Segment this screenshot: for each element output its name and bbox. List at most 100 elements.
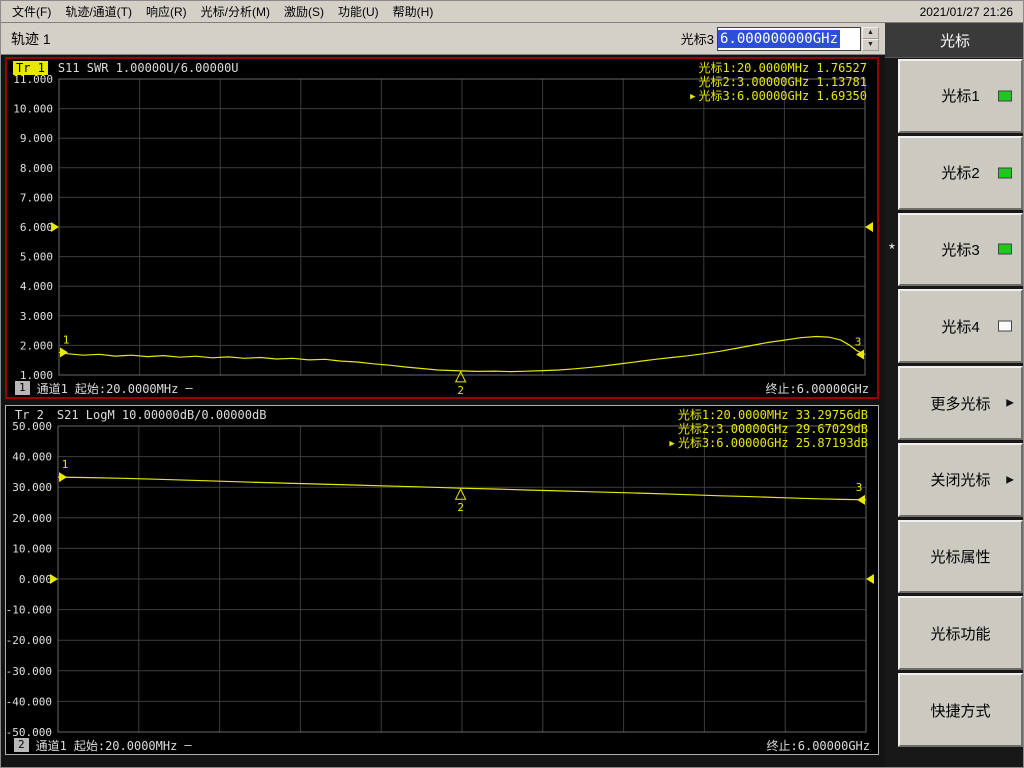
spin-up-button[interactable]: ▲: [862, 26, 879, 39]
sweep-start-label: 起始:20.0000MHz: [73, 738, 178, 753]
submenu-arrow-icon: ▶: [1006, 474, 1014, 486]
marker-symbol-3: [857, 494, 865, 505]
menu-item[interactable]: 轨迹/通道(T): [58, 1, 139, 22]
sweep-indicator: —: [184, 738, 192, 752]
softkey-label: 关闭光标: [930, 472, 991, 490]
marker-readout-line: ▶ 光标3:6.00000GHz 25.87193dB: [669, 436, 868, 450]
marker-readout-line: ▶ 光标3:6.00000GHz 1.69350: [690, 89, 867, 103]
trace2-panel: Tr 2 S21 LogM 10.00000dB/0.00000dB 光标1:2…: [5, 405, 879, 755]
sidebar-title: 光标: [885, 23, 1023, 58]
softkey-sidebar: 光标 光标1 光标2 光标3 * 光标4 更多光标 ▶ 关闭光标 ▶ 光标属性光标功能快捷方式: [885, 23, 1023, 767]
trace1-measurement-label: S11 SWR 1.00000U/6.00000U: [57, 61, 239, 75]
ref-level-arrow-right: [865, 222, 873, 232]
active-marker-star: *: [889, 240, 895, 258]
submenu-arrow-icon: ▶: [1006, 397, 1014, 409]
marker-symbol-1: [59, 472, 67, 483]
sidebar-buttons: 光标1 光标2 光标3 * 光标4 更多光标 ▶ 关闭光标 ▶ 光标属性光标功能快捷方式: [885, 59, 1023, 748]
trace2-header: Tr 2 S21 LogM 10.00000dB/0.00000dB: [12, 408, 266, 422]
menu-item[interactable]: 响应(R): [139, 1, 194, 22]
menu-item[interactable]: 帮助(H): [386, 1, 441, 22]
softkey-光标4[interactable]: 光标4: [898, 289, 1023, 364]
sweep-indicator: —: [185, 381, 193, 395]
softkey-更多光标[interactable]: 更多光标 ▶: [898, 366, 1023, 440]
trace1-plot-area[interactable]: 11.00010.0009.0008.0007.0006.0005.0004.0…: [7, 73, 877, 397]
y-tick-label: 10.000: [12, 542, 52, 555]
y-tick-label: 2.000: [20, 339, 53, 352]
marker-frequency-input[interactable]: 6.000000000GHz: [717, 26, 861, 51]
vna-application-window: 文件(F) 轨迹/通道(T) 响应(R) 光标/分析(M) 激励(S) 功能(U) 帮助(H…: [0, 0, 1024, 768]
menu-items: 文件(F) 轨迹/通道(T) 响应(R) 光标/分析(M) 激励(S) 功能(U) 帮助(H…: [5, 1, 440, 22]
menu-item[interactable]: 激励(S): [277, 1, 331, 22]
trace1-status-bar: 1 通道1 起始:20.0000MHz — 终止:6.00000GHz: [7, 379, 877, 397]
ref-level-arrow-right: [866, 574, 874, 584]
active-trace-label: 轨迹 1: [11, 30, 51, 47]
softkey-光标2[interactable]: 光标2: [898, 135, 1023, 210]
softkey-label: 光标1: [941, 88, 980, 106]
y-tick-label: 3.000: [20, 310, 53, 323]
marker-state-led: [998, 320, 1012, 332]
y-tick-label: 0.000: [19, 573, 52, 586]
menu-item[interactable]: 功能(U): [331, 1, 386, 22]
marker-state-led: [998, 243, 1012, 255]
marker-state-led: [998, 90, 1012, 102]
marker-state-led: [998, 167, 1012, 179]
marker-readout-line: 光标2:3.00000GHz 29.67029dB: [677, 422, 868, 436]
sweep-stop-label: 终止:6.00000GHz: [765, 381, 869, 396]
softkey-光标属性[interactable]: 光标属性: [898, 519, 1023, 594]
ref-level-arrow-left: [51, 222, 59, 232]
channel-label: 通道1: [36, 381, 68, 396]
y-tick-label: -30.000: [6, 665, 52, 678]
y-tick-label: 7.000: [20, 191, 53, 204]
active-marker-indicator-icon: ▶: [669, 439, 675, 449]
marker-number-label: 3: [855, 335, 862, 348]
softkey-label: 光标属性: [930, 549, 991, 567]
toolbar: 轨迹 1 光标3 6.000000000GHz ▲ ▼: [1, 23, 885, 55]
softkey-光标功能[interactable]: 光标功能: [898, 596, 1023, 671]
y-tick-label: 10.000: [13, 103, 53, 116]
sweep-start-label: 起始:20.0000MHz: [74, 381, 179, 396]
y-tick-label: 20.000: [12, 512, 52, 525]
trace1-tag[interactable]: Tr 1: [13, 61, 48, 75]
trace1-panel: Tr 1 S11 SWR 1.00000U/6.00000U 光标1:20.00…: [5, 57, 879, 399]
softkey-光标1[interactable]: 光标1: [898, 59, 1023, 133]
trace1-marker-readouts: 光标1:20.0000MHz 1.76527 光标2:3.00000GHz 1.1…: [690, 61, 867, 104]
softkey-label: 更多光标: [930, 395, 991, 413]
softkey-label: 光标3: [941, 241, 980, 259]
marker-frequency-value: 6.000000000GHz: [718, 29, 841, 48]
y-tick-label: -10.000: [6, 604, 52, 617]
menu-item[interactable]: 光标/分析(M): [194, 1, 277, 22]
marker-readout-line: 光标2:3.00000GHz 1.13781: [698, 75, 868, 89]
y-tick-label: 5.000: [20, 251, 53, 264]
menu-item[interactable]: 文件(F): [5, 1, 58, 22]
trace2-status-bar: 2 通道1 起始:20.0000MHz — 终止:6.00000GHz: [6, 736, 878, 754]
softkey-关闭光标[interactable]: 关闭光标 ▶: [898, 442, 1023, 517]
softkey-label: 光标2: [941, 165, 980, 183]
marker-number-label: 3: [856, 481, 863, 494]
softkey-label: 光标功能: [930, 625, 991, 643]
marker-symbol-2: [454, 488, 467, 500]
marker-number-label: 2: [457, 501, 464, 514]
channel-label: 通道1: [35, 738, 67, 753]
y-tick-label: 40.000: [12, 451, 52, 464]
y-tick-label: -20.000: [6, 634, 52, 647]
channel-badge: 1: [15, 381, 30, 395]
trace2-marker-readouts: 光标1:20.0000MHz 33.29756dB 光标2:3.00000GHz …: [669, 408, 868, 451]
softkey-label: 快捷方式: [930, 702, 991, 720]
marker-number-label: 1: [63, 333, 70, 346]
trace2-tag[interactable]: Tr 2: [12, 408, 47, 422]
y-tick-label: 30.000: [12, 481, 52, 494]
spin-down-button[interactable]: ▼: [862, 38, 879, 51]
softkey-快捷方式[interactable]: 快捷方式: [898, 673, 1023, 748]
softkey-label: 光标4: [941, 318, 980, 336]
channel-badge: 2: [14, 738, 29, 752]
marker-entry-field: 光标3 6.000000000GHz ▲ ▼: [681, 26, 879, 51]
frequency-spinner: ▲ ▼: [862, 26, 879, 51]
sweep-stop-label: 终止:6.00000GHz: [766, 738, 870, 753]
active-marker-indicator-icon: ▶: [690, 92, 696, 102]
trace2-plot-area[interactable]: 50.00040.00030.00020.00010.0000.000-10.0…: [6, 420, 878, 739]
marker-number-label: 1: [62, 458, 69, 471]
marker-symbol-1: [60, 347, 68, 358]
y-tick-label: 6.000: [20, 221, 53, 234]
softkey-光标3[interactable]: 光标3 *: [889, 212, 1023, 287]
menu-bar: 文件(F) 轨迹/通道(T) 响应(R) 光标/分析(M) 激励(S) 功能(U) 帮助(H…: [1, 1, 1023, 23]
